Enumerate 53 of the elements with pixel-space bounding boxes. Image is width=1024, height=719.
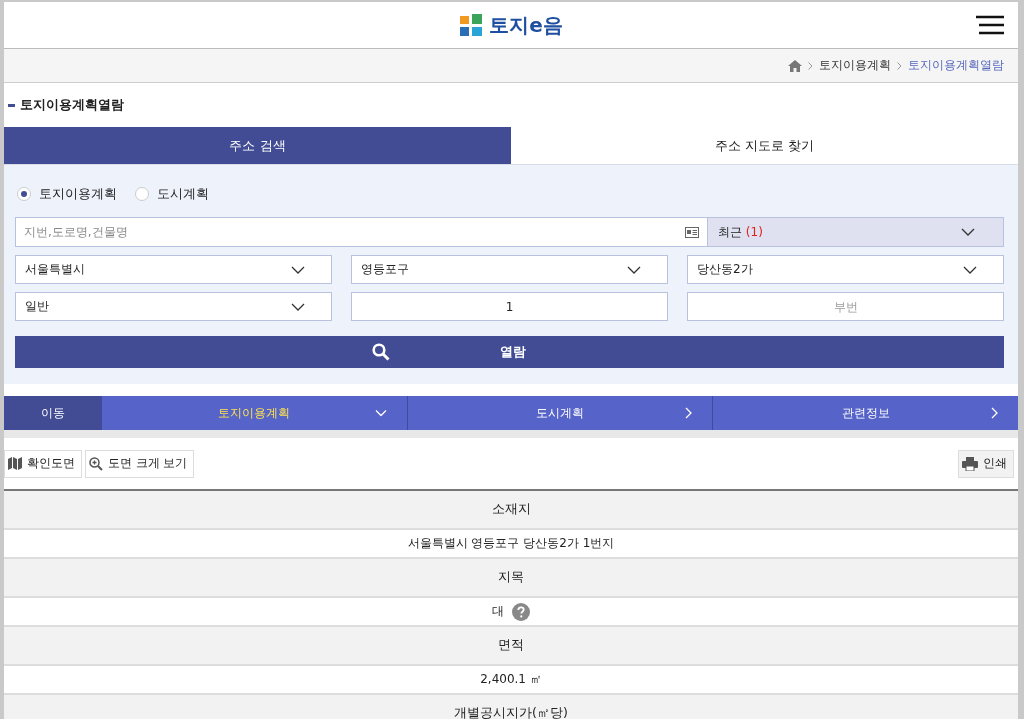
chevron-right-icon — [685, 407, 693, 419]
breadcrumb-link[interactable]: 토지이용계획열람 — [908, 57, 1004, 74]
table-cell: 대 — [492, 603, 504, 620]
select-dropdown[interactable]: 서울특별시 — [15, 255, 332, 284]
radio-icon[interactable] — [17, 187, 31, 201]
nav-tab[interactable]: 이동 — [4, 396, 101, 430]
table-cell: 서울특별시 영등포구 당산동2가 1번지 — [407, 535, 615, 552]
nav-tab[interactable]: 관련정보 — [712, 396, 1018, 430]
table-header-cell: 면적 — [4, 627, 1018, 666]
chevron-down-icon — [961, 228, 975, 236]
input-field[interactable]: 부번 — [687, 292, 1004, 321]
chevron-down-icon — [627, 265, 641, 274]
page-title: 토지이용계획열람 — [20, 96, 124, 114]
nav-tab[interactable]: 토지이용계획 — [101, 396, 407, 430]
printer-icon — [962, 456, 978, 471]
help-icon[interactable] — [512, 602, 530, 621]
radio-icon[interactable] — [135, 187, 149, 201]
chevron-right-icon — [897, 61, 902, 70]
home-icon[interactable] — [788, 59, 802, 72]
search-icon — [372, 343, 390, 361]
table-header-cell: 개별공시지가(㎡당) — [4, 695, 1018, 719]
table-cell: 2,400.1 ㎡ — [480, 671, 542, 688]
tool-button[interactable]: 도면 크게 보기 — [85, 449, 195, 478]
radio-label[interactable]: 도시계획 — [157, 185, 209, 203]
search-field[interactable]: 지번,도로명,건물명 — [15, 217, 708, 247]
chevron-down-icon — [374, 409, 387, 417]
nav-tab[interactable]: 도시계획 — [406, 396, 713, 430]
chevron-right-icon — [991, 407, 998, 419]
chevron-down-icon — [963, 265, 977, 274]
logo-text[interactable]: 토지e음 — [489, 11, 563, 39]
select-dropdown[interactable]: 당산동2가 — [687, 255, 1004, 284]
select-dropdown[interactable]: 영등포구 — [351, 255, 668, 284]
id-card-icon[interactable] — [685, 227, 699, 238]
table-header-cell: 지목 — [4, 559, 1018, 598]
select-dropdown[interactable]: 일반 — [15, 292, 332, 321]
radio-label[interactable]: 토지이용계획 — [39, 185, 117, 203]
chevron-right-icon — [808, 61, 813, 70]
radio-option[interactable]: 도시계획 — [135, 185, 209, 203]
breadcrumb-link[interactable]: 토지이용계획 — [819, 57, 891, 74]
menu-icon[interactable] — [976, 15, 1004, 35]
chevron-down-icon — [291, 302, 305, 311]
zoom-in-icon — [89, 456, 103, 471]
chevron-down-icon — [291, 265, 305, 274]
input-field[interactable]: 1 — [351, 292, 668, 321]
map-icon — [8, 457, 22, 470]
radio-option[interactable]: 토지이용계획 — [17, 185, 117, 203]
tool-button[interactable]: 확인도면 — [4, 449, 82, 478]
tab[interactable]: 주소 검색 — [4, 127, 511, 165]
table-header-cell: 소재지 — [4, 491, 1018, 530]
view-button[interactable]: 열람 — [15, 336, 1004, 368]
recent-dropdown[interactable]: 최근 (1) — [708, 217, 1004, 247]
logo-icon — [459, 13, 484, 37]
print-button[interactable]: 인쇄 — [958, 449, 1014, 478]
